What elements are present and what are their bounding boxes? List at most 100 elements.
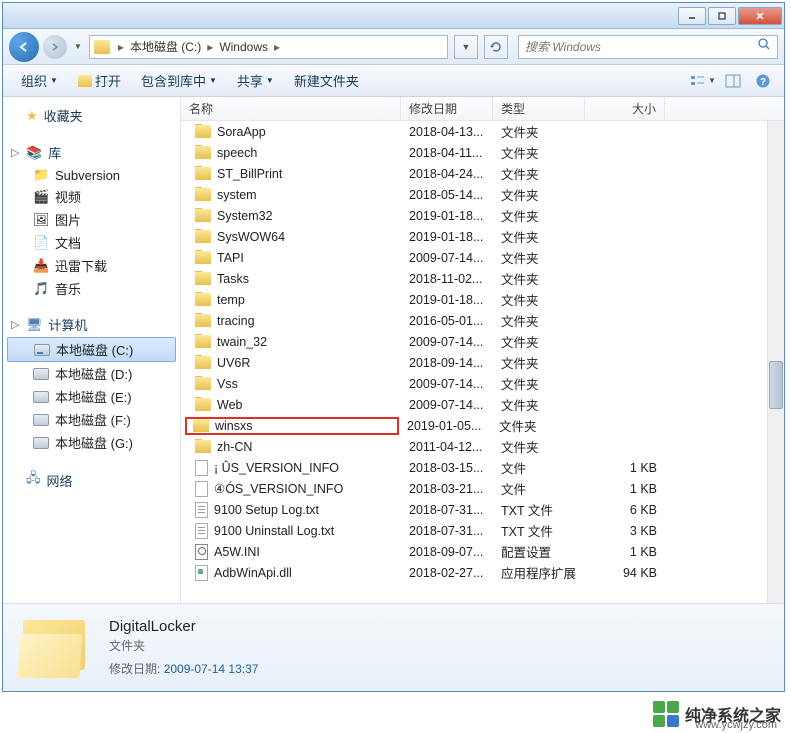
column-type[interactable]: 类型: [493, 97, 585, 121]
file-name: System32: [217, 209, 273, 223]
sidebar-item-drive[interactable]: 本地磁盘 (E:): [3, 385, 180, 408]
breadcrumb-segment[interactable]: 本地磁盘 (C:): [126, 38, 205, 55]
file-name: A5W.INI: [214, 545, 260, 559]
file-date: 2018-04-11...: [401, 145, 493, 161]
file-row[interactable]: system2018-05-14...文件夹: [181, 184, 784, 205]
minimize-button[interactable]: [678, 7, 706, 25]
file-size: [585, 257, 665, 259]
file-row[interactable]: tracing2016-05-01...文件夹: [181, 310, 784, 331]
sidebar-item-library[interactable]: 🎵音乐: [3, 277, 180, 300]
forward-button[interactable]: [43, 35, 67, 59]
file-row[interactable]: AdbWinApi.dll2018-02-27...应用程序扩展94 KB: [181, 562, 784, 583]
include-library-menu[interactable]: 包含到库中▼: [131, 67, 227, 94]
file-type: TXT 文件: [493, 520, 585, 541]
file-row[interactable]: UV6R2018-09-14...文件夹: [181, 352, 784, 373]
sidebar-item-library[interactable]: 🖼 图片: [3, 208, 180, 231]
svg-text:?: ?: [760, 77, 766, 88]
sidebar-item-drive[interactable]: 本地磁盘 (D:): [3, 362, 180, 385]
new-folder-button[interactable]: 新建文件夹: [284, 67, 369, 94]
open-button[interactable]: 打开: [68, 67, 131, 94]
library-item-icon: 📁: [33, 167, 49, 183]
help-button[interactable]: ?: [750, 70, 776, 92]
sidebar-item-drive[interactable]: 本地磁盘 (F:): [3, 408, 180, 431]
file-row[interactable]: SoraApp2018-04-13...文件夹: [181, 121, 784, 142]
back-button[interactable]: [9, 32, 39, 62]
config-file-icon: [195, 544, 208, 560]
file-row[interactable]: temp2019-01-18...文件夹: [181, 289, 784, 310]
details-title: DigitalLocker: [109, 618, 258, 635]
file-size: 1 KB: [585, 544, 665, 560]
file-type: 文件夹: [493, 352, 585, 373]
file-row[interactable]: speech2018-04-11...文件夹: [181, 142, 784, 163]
sidebar-item-library[interactable]: 📄文档: [3, 231, 180, 254]
file-size: [585, 173, 665, 175]
file-row[interactable]: SysWOW642019-01-18...文件夹: [181, 226, 784, 247]
file-type: 文件夹: [493, 310, 585, 331]
address-bar[interactable]: ▸ 本地磁盘 (C:) ▸ Windows ▸: [89, 35, 448, 59]
file-row[interactable]: Web2009-07-14...文件夹: [181, 394, 784, 415]
share-menu[interactable]: 共享▼: [227, 67, 284, 94]
close-button[interactable]: [738, 7, 782, 25]
computer-group[interactable]: ▷🖥计算机: [3, 312, 180, 337]
drive-icon: [33, 414, 49, 426]
sidebar-item-drive[interactable]: 本地磁盘 (G:): [3, 431, 180, 454]
sidebar-item-library[interactable]: 📥迅雷下载: [3, 254, 180, 277]
column-headers: 名称 修改日期 类型 大小: [181, 97, 784, 121]
library-item-icon: 📥: [33, 258, 49, 274]
breadcrumb-segment[interactable]: Windows: [215, 40, 272, 54]
library-item-icon: 🖼: [33, 212, 49, 228]
address-history-button[interactable]: ▼: [454, 35, 478, 59]
file-row[interactable]: twain_322009-07-14...文件夹: [181, 331, 784, 352]
column-name[interactable]: 名称: [181, 97, 401, 121]
expand-icon: [11, 476, 20, 485]
file-date: 2019-01-05...: [399, 418, 491, 434]
file-row[interactable]: zh-CN2011-04-12...文件夹: [181, 436, 784, 457]
file-row[interactable]: A5W.INI2018-09-07...配置设置1 KB: [181, 541, 784, 562]
file-row[interactable]: Vss2009-07-14...文件夹: [181, 373, 784, 394]
file-name: tracing: [217, 314, 255, 328]
chevron-right-icon[interactable]: ▸: [205, 40, 215, 54]
file-date: 2018-04-13...: [401, 124, 493, 140]
file-row[interactable]: Tasks2018-11-02...文件夹: [181, 268, 784, 289]
explorer-window: ▼ ▸ 本地磁盘 (C:) ▸ Windows ▸ ▼ 组织▼ 打开 包含到库中…: [2, 2, 785, 692]
refresh-button[interactable]: [484, 35, 508, 59]
file-row[interactable]: winsxs2019-01-05...文件夹: [181, 415, 784, 436]
expand-icon[interactable]: ▷: [11, 148, 20, 157]
sidebar-item-drive[interactable]: 本地磁盘 (C:): [7, 337, 176, 362]
organize-menu[interactable]: 组织▼: [11, 67, 68, 94]
view-options-button[interactable]: ▼: [690, 70, 716, 92]
scrollbar-thumb[interactable]: [769, 361, 783, 409]
scrollbar[interactable]: [767, 121, 784, 603]
file-row[interactable]: ST_BillPrint2018-04-24...文件夹: [181, 163, 784, 184]
file-row[interactable]: TAPI2009-07-14...文件夹: [181, 247, 784, 268]
tree-label: 图片: [55, 210, 81, 229]
history-dropdown-icon[interactable]: ▼: [71, 42, 85, 51]
favorites-group[interactable]: ★收藏夹: [3, 103, 180, 128]
sidebar-item-library[interactable]: 📁Subversion: [3, 165, 180, 185]
file-row[interactable]: ¡ ÛS_VERSION_INFO2018-03-15...文件1 KB: [181, 457, 784, 478]
column-date[interactable]: 修改日期: [401, 97, 493, 121]
folder-icon: [195, 146, 211, 159]
library-icon: 📚: [26, 145, 42, 161]
search-icon[interactable]: [757, 37, 771, 56]
column-size[interactable]: 大小: [585, 97, 665, 121]
file-date: 2018-04-24...: [401, 166, 493, 182]
file-row[interactable]: System322019-01-18...文件夹: [181, 205, 784, 226]
folder-icon: [195, 188, 211, 201]
chevron-right-icon[interactable]: ▸: [116, 40, 126, 54]
sidebar-item-library[interactable]: 🎬视频: [3, 185, 180, 208]
file-name: system: [217, 188, 257, 202]
file-type: 文件夹: [493, 205, 585, 226]
maximize-button[interactable]: [708, 7, 736, 25]
expand-icon[interactable]: ▷: [11, 320, 20, 329]
file-row[interactable]: ④ÓS_VERSION_INFO2018-03-21...文件1 KB: [181, 478, 784, 499]
preview-pane-button[interactable]: [720, 70, 746, 92]
network-group[interactable]: 🖧网络: [3, 466, 180, 494]
search-input[interactable]: [525, 40, 757, 54]
tree-label: 本地磁盘 (F:): [55, 410, 131, 429]
file-row[interactable]: 9100 Setup Log.txt2018-07-31...TXT 文件6 K…: [181, 499, 784, 520]
chevron-right-icon[interactable]: ▸: [272, 40, 282, 54]
libraries-group[interactable]: ▷📚库: [3, 140, 180, 165]
search-box[interactable]: [518, 35, 778, 59]
file-row[interactable]: 9100 Uninstall Log.txt2018-07-31...TXT 文…: [181, 520, 784, 541]
